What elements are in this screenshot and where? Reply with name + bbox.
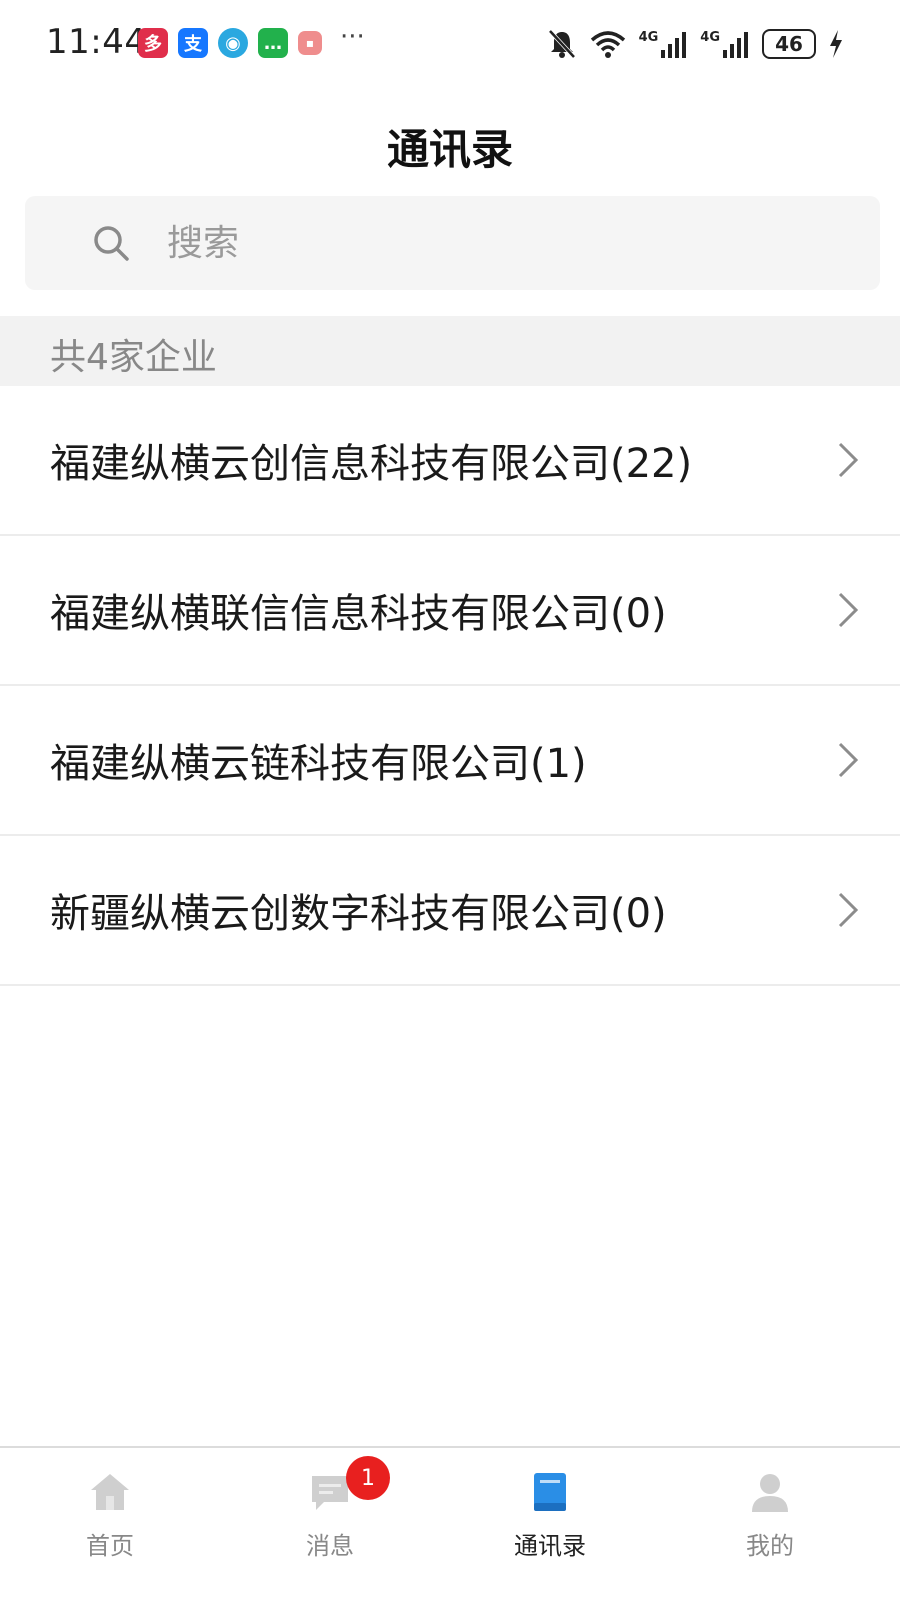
nav-contacts[interactable]: 通讯录 xyxy=(470,1448,630,1602)
page-title: 通讯录 xyxy=(386,125,513,174)
contacts-book-icon xyxy=(534,1473,566,1511)
pinduoduo-app-icon: 多 xyxy=(138,28,168,58)
search-icon xyxy=(83,215,139,271)
chevron-right-icon xyxy=(838,742,859,778)
alipay-app-icon: 支 xyxy=(178,28,208,58)
nav-messages[interactable]: 1 消息 xyxy=(250,1448,410,1602)
company-row[interactable]: 福建纵横联信信息科技有限公司(0) xyxy=(0,536,900,686)
search-input[interactable] xyxy=(167,222,667,264)
nav-home[interactable]: 首页 xyxy=(30,1448,190,1602)
company-name: 福建纵横联信信息科技有限公司(0) xyxy=(50,591,667,637)
profile-icon xyxy=(752,1474,788,1512)
wechat-app-icon: … xyxy=(258,28,288,58)
chevron-right-icon xyxy=(838,892,859,928)
more-notifications-icon: ··· xyxy=(340,22,365,52)
signal-1-icon: 4G xyxy=(639,30,689,58)
company-list: 福建纵横云创信息科技有限公司(22) 福建纵横联信信息科技有限公司(0) 福建纵… xyxy=(0,386,900,986)
nav-messages-label: 消息 xyxy=(306,1532,354,1560)
status-bar: 11:44 多 支 ◉ … ▪ ··· 4G 4G 46 xyxy=(0,0,900,88)
signal-2-icon: 4G xyxy=(700,30,750,58)
bottom-nav: 首页 1 消息 通讯录 我的 xyxy=(0,1446,900,1602)
nav-profile[interactable]: 我的 xyxy=(690,1448,850,1602)
unread-badge: 1 xyxy=(346,1456,390,1500)
browser-app-icon: ◉ xyxy=(218,28,248,58)
company-name: 福建纵横云创信息科技有限公司(22) xyxy=(50,441,693,487)
nav-contacts-label: 通讯录 xyxy=(514,1532,586,1560)
company-name: 福建纵横云链科技有限公司(1) xyxy=(50,741,587,787)
mute-bell-icon xyxy=(548,29,576,59)
chevron-right-icon xyxy=(838,442,859,478)
nav-home-label: 首页 xyxy=(86,1532,134,1560)
section-header: 共4家企业 xyxy=(0,316,900,386)
chevron-right-icon xyxy=(838,592,859,628)
company-row[interactable]: 福建纵横云创信息科技有限公司(22) xyxy=(0,386,900,536)
company-name: 新疆纵横云创数字科技有限公司(0) xyxy=(50,891,667,937)
status-indicators: 4G 4G 46 xyxy=(547,26,844,62)
company-row[interactable]: 新疆纵横云创数字科技有限公司(0) xyxy=(0,836,900,986)
search-bar[interactable] xyxy=(25,196,880,290)
nav-profile-label: 我的 xyxy=(746,1532,794,1560)
charging-icon xyxy=(830,30,842,58)
company-row[interactable]: 福建纵横云链科技有限公司(1) xyxy=(0,686,900,836)
home-icon xyxy=(91,1474,129,1510)
battery-icon: 46 xyxy=(762,29,816,59)
status-time: 11:44 xyxy=(46,22,147,62)
wifi-icon xyxy=(590,31,625,58)
red-app-icon: ▪ xyxy=(298,31,322,55)
company-count-label: 共4家企业 xyxy=(50,337,217,378)
